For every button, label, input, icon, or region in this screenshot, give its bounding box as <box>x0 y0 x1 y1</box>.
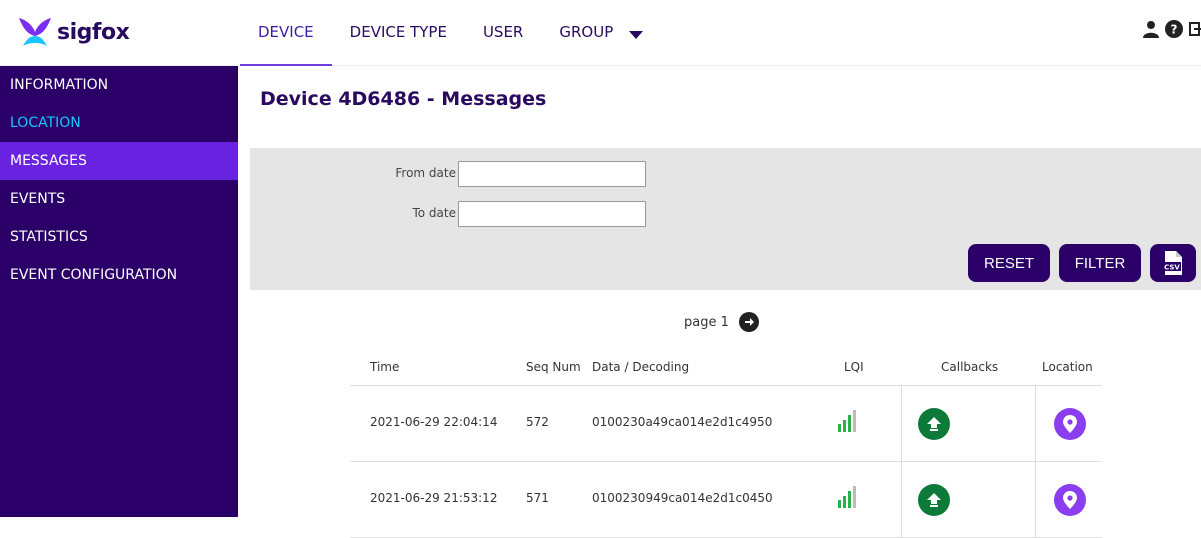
nav-device-type[interactable]: DEVICE TYPE <box>332 0 465 66</box>
page-title: Device 4D6486 - Messages <box>260 88 547 110</box>
main-content: Device 4D6486 - Messages From date To da… <box>250 66 1201 538</box>
lqi-signal-icon <box>838 486 856 508</box>
filter-panel: From date To date RESET FILTER CSV <box>250 148 1201 290</box>
col-seq-num: Seq Num <box>526 360 581 374</box>
main-nav: DEVICE DEVICE TYPE USER GROUP <box>240 0 651 66</box>
logo-icon <box>19 18 51 46</box>
top-icons: ? <box>1143 20 1201 42</box>
cell-data: 0100230949ca014e2d1c0450 <box>592 491 773 505</box>
callback-status-button[interactable] <box>918 484 950 516</box>
nav-user[interactable]: USER <box>465 0 541 66</box>
to-date-input[interactable] <box>458 201 646 227</box>
location-pin-icon <box>1063 415 1077 433</box>
from-date-label: From date <box>395 166 456 180</box>
reset-button[interactable]: RESET <box>968 244 1050 282</box>
export-csv-button[interactable]: CSV <box>1150 244 1196 282</box>
caret-down-icon <box>629 31 644 39</box>
sidebar-item-event-configuration[interactable]: EVENT CONFIGURATION <box>0 256 238 294</box>
location-pin-icon <box>1063 491 1077 509</box>
location-button[interactable] <box>1054 484 1086 516</box>
cell-seq: 572 <box>526 415 549 429</box>
sidebar-item-information[interactable]: INFORMATION <box>0 66 238 104</box>
sidebar-item-messages[interactable]: MESSAGES <box>0 142 238 180</box>
table-row: 2021-06-29 21:53:12 571 0100230949ca014e… <box>350 462 1102 538</box>
next-page-icon <box>744 318 754 326</box>
col-location: Location <box>1042 360 1093 374</box>
table-header: Time Seq Num Data / Decoding LQI Callbac… <box>350 346 1102 386</box>
svg-text:?: ? <box>1171 23 1178 37</box>
callback-status-button[interactable] <box>918 408 950 440</box>
user-icon[interactable] <box>1143 20 1159 42</box>
column-divider <box>901 462 902 538</box>
cell-seq: 571 <box>526 491 549 505</box>
messages-table: Time Seq Num Data / Decoding LQI Callbac… <box>350 346 1102 538</box>
svg-text:CSV: CSV <box>1164 264 1180 272</box>
to-date-label: To date <box>412 206 456 220</box>
column-divider <box>1035 462 1036 538</box>
cell-time: 2021-06-29 21:53:12 <box>370 491 498 505</box>
nav-group[interactable]: GROUP <box>541 0 617 66</box>
from-date-input[interactable] <box>458 161 646 187</box>
logo-text: sigfox <box>57 19 130 45</box>
logout-icon[interactable] <box>1189 20 1201 42</box>
logo[interactable]: sigfox <box>17 14 130 50</box>
table-row: 2021-06-29 22:04:14 572 0100230a49ca014e… <box>350 386 1102 462</box>
sidebar-item-location[interactable]: LOCATION <box>0 104 238 142</box>
col-data: Data / Decoding <box>592 360 690 374</box>
filter-button[interactable]: FILTER <box>1059 244 1141 282</box>
col-time: Time <box>370 360 400 374</box>
sidebar: INFORMATION LOCATION MESSAGES EVENTS STA… <box>0 66 238 517</box>
to-date-row: To date <box>250 201 650 227</box>
top-bar: sigfox DEVICE DEVICE TYPE USER GROUP ? <box>0 0 1201 66</box>
pagination: page 1 <box>684 312 759 332</box>
sidebar-item-events[interactable]: EVENTS <box>0 180 238 218</box>
help-icon[interactable]: ? <box>1165 20 1183 42</box>
next-page-button[interactable] <box>738 312 759 332</box>
col-lqi: LQI <box>844 360 864 374</box>
lqi-signal-icon <box>838 410 856 432</box>
upload-arrow-icon <box>927 493 941 507</box>
csv-file-icon: CSV <box>1163 251 1182 275</box>
cell-time: 2021-06-29 22:04:14 <box>370 415 498 429</box>
nav-device[interactable]: DEVICE <box>240 0 332 66</box>
location-button[interactable] <box>1054 408 1086 440</box>
col-callbacks: Callbacks <box>941 360 999 374</box>
column-divider <box>901 386 902 462</box>
page-label: page 1 <box>684 314 729 330</box>
cell-data: 0100230a49ca014e2d1c4950 <box>592 415 773 429</box>
column-divider <box>1035 386 1036 462</box>
nav-more-dropdown[interactable] <box>617 0 651 66</box>
from-date-row: From date <box>250 161 650 187</box>
sidebar-item-statistics[interactable]: STATISTICS <box>0 218 238 256</box>
upload-arrow-icon <box>927 417 941 431</box>
